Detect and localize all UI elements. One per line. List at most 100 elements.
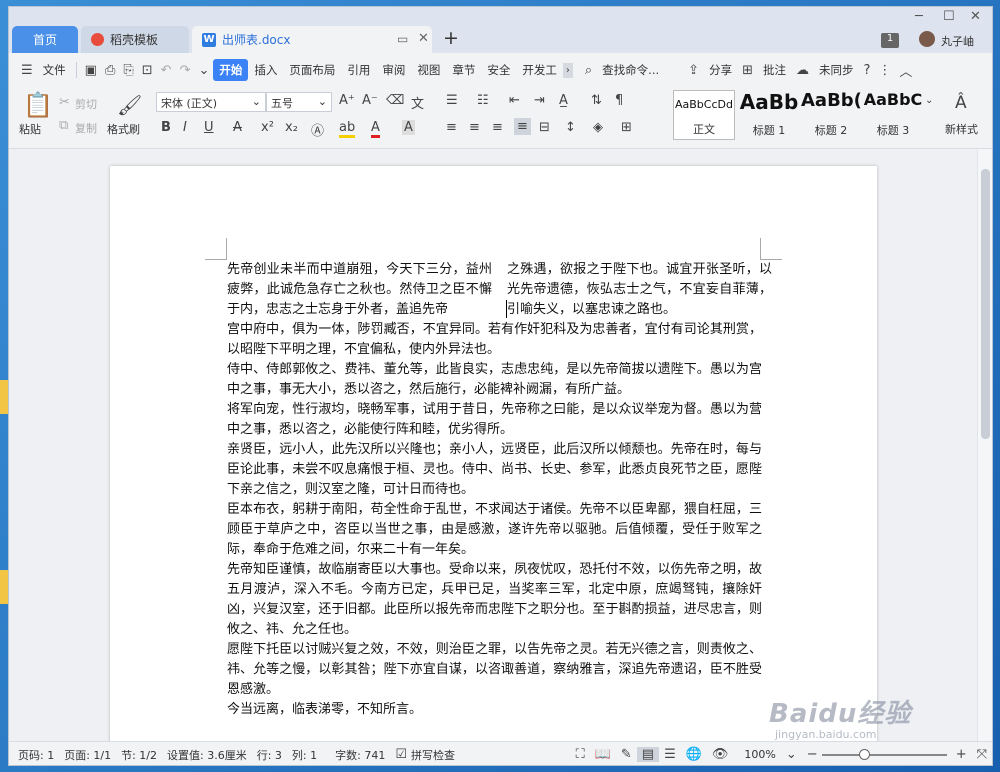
superscript-icon[interactable]: x²: [261, 120, 274, 135]
read-mode-icon[interactable]: 📖: [590, 747, 616, 762]
status-word-count[interactable]: 字数: 741: [330, 747, 390, 763]
command-search[interactable]: 查找命令...: [596, 62, 684, 78]
style-heading-2[interactable]: AaBb( 标题 2: [801, 90, 861, 140]
align-center-icon[interactable]: ≡: [469, 120, 480, 135]
paragraph[interactable]: 先帝知臣谨慎，故临崩寄臣以大事也。受命以来，夙夜忧叹，恐托付不效，以伤先帝之明，…: [227, 560, 762, 640]
export-pdf-icon[interactable]: ⎙: [101, 63, 119, 78]
paragraph[interactable]: 亲贤臣，远小人，此先汉所以兴隆也；亲小人，远贤臣，此后汉所以倾颓也。先帝在时，每…: [227, 440, 762, 500]
borders-icon[interactable]: ⊞: [621, 120, 632, 135]
help-icon[interactable]: ?: [859, 63, 874, 78]
paragraph[interactable]: 愿陛下托臣以讨贼兴复之效，不效，则治臣之罪，以告先帝之灵。若无兴德之言，则责攸之…: [227, 640, 762, 700]
document-canvas[interactable]: 先帝创业未半而中道崩殂，今天下三分，益州疲弊，此诚危急存亡之秋也。然侍卫之臣不懈…: [9, 149, 979, 741]
document-body[interactable]: 先帝创业未半而中道崩殂，今天下三分，益州疲弊，此诚危急存亡之秋也。然侍卫之臣不懈…: [227, 260, 772, 720]
column-left-text[interactable]: 先帝创业未半而中道崩殂，今天下三分，益州疲弊，此诚危急存亡之秋也。然侍卫之臣不懈…: [227, 260, 492, 320]
menu-references[interactable]: 引用: [341, 62, 376, 78]
style-heading-1[interactable]: AaBb 标题 1: [739, 90, 799, 140]
menu-chapter[interactable]: 章节: [446, 62, 481, 78]
new-style-button[interactable]: 新样式: [945, 121, 978, 137]
distributed-icon[interactable]: ⊟: [539, 120, 550, 135]
menu-start[interactable]: 开始: [213, 59, 249, 81]
grow-font-icon[interactable]: A⁺: [339, 93, 355, 108]
font-color-icon[interactable]: A: [371, 120, 380, 138]
subscript-icon[interactable]: x₂: [285, 120, 298, 135]
bullet-list-icon[interactable]: ☰: [446, 93, 458, 108]
write-mode-icon[interactable]: ✎: [616, 747, 637, 762]
hamburger-menu-icon[interactable]: ☰: [17, 63, 37, 78]
fit-window-icon[interactable]: ⤧: [972, 747, 992, 762]
window-count-badge[interactable]: 1: [881, 33, 899, 48]
zoom-slider-track[interactable]: [822, 754, 947, 756]
highlight-icon[interactable]: ab: [339, 120, 356, 138]
vertical-scrollbar[interactable]: [977, 149, 992, 741]
menu-page-layout[interactable]: 页面布局: [283, 62, 341, 78]
menu-view[interactable]: 视图: [411, 62, 446, 78]
column-right-text[interactable]: 之殊遇，欲报之于陛下也。诚宜开张圣听，以光先帝遗德，恢弘志士之气，不宜妄自菲薄，…: [507, 260, 772, 320]
user-name[interactable]: 丸子岫: [941, 33, 974, 49]
status-section[interactable]: 节: 1/2: [116, 747, 162, 763]
sort-icon[interactable]: ⇅: [591, 93, 602, 108]
zoom-in-icon[interactable]: +: [951, 747, 972, 762]
font-size-select[interactable]: 五号 ⌄: [266, 92, 332, 112]
paste-button[interactable]: 粘贴: [19, 121, 41, 137]
paragraph[interactable]: 今当远离，临表涕零，不知所言。: [227, 700, 762, 720]
strikethrough-icon[interactable]: A: [233, 120, 242, 135]
shrink-font-icon[interactable]: A⁻: [362, 93, 378, 108]
menu-security[interactable]: 安全: [481, 62, 516, 78]
paragraph[interactable]: 臣本布衣，躬耕于南阳，苟全性命于乱世，不求闻达于诸侯。先帝不以臣卑鄙，猥自枉屈，…: [227, 500, 762, 560]
redo-icon[interactable]: ↷: [176, 63, 195, 78]
print-icon[interactable]: ⎘: [119, 63, 137, 78]
undo-icon[interactable]: ↶: [157, 63, 176, 78]
paste-icon[interactable]: 📋: [23, 91, 53, 119]
scrollbar-thumb[interactable]: [981, 169, 990, 439]
increase-indent-icon[interactable]: ⇥: [534, 93, 545, 108]
clear-format-icon[interactable]: ⌫: [386, 93, 404, 108]
document-page[interactable]: 先帝创业未半而中道崩殂，今天下三分，益州疲弊，此诚危急存亡之秋也。然侍卫之臣不懈…: [110, 166, 877, 741]
menu-developer[interactable]: 开发工: [516, 62, 563, 78]
save-icon[interactable]: ▣: [81, 63, 101, 78]
zoom-level[interactable]: 100%: [739, 748, 780, 761]
status-column[interactable]: 列: 1: [287, 747, 322, 763]
maximize-icon[interactable]: ☐: [943, 9, 955, 24]
status-page-number[interactable]: 页码: 1: [13, 747, 59, 763]
phonetic-icon[interactable]: 文: [411, 93, 424, 112]
user-avatar[interactable]: [919, 31, 935, 47]
underline-icon[interactable]: U: [204, 120, 214, 135]
paragraph[interactable]: 宫中府中，俱为一体，陟罚臧否，不宜异同。若有作奸犯科及为忠善者，宜付有司论其刑赏…: [227, 320, 762, 360]
bold-icon[interactable]: B: [161, 120, 171, 135]
menu-scroll-right-icon[interactable]: ›: [562, 62, 573, 78]
zoom-out-icon[interactable]: −: [802, 747, 823, 762]
comment-button[interactable]: 批注: [757, 62, 792, 78]
tab-document[interactable]: W 出师表.docx ▭ ✕: [192, 26, 432, 53]
text-effect-icon[interactable]: Ⓐ: [311, 120, 324, 139]
justify-icon[interactable]: ≡: [514, 118, 531, 135]
page-view-icon[interactable]: ▤: [636, 747, 660, 762]
menu-insert[interactable]: 插入: [248, 62, 283, 78]
status-row[interactable]: 行: 3: [252, 747, 287, 763]
menu-review[interactable]: 审阅: [376, 62, 411, 78]
new-tab-button[interactable]: +: [443, 27, 459, 49]
tab-template[interactable]: 稻壳模板: [81, 26, 189, 53]
share-button[interactable]: 分享: [703, 62, 738, 78]
menu-file[interactable]: 文件: [37, 62, 72, 78]
format-painter-button[interactable]: 格式刷: [107, 121, 140, 137]
show-marks-icon[interactable]: ¶: [615, 93, 623, 108]
line-spacing-icon[interactable]: ↕: [565, 120, 576, 135]
zoom-dropdown-icon[interactable]: ⌄: [781, 747, 802, 762]
style-heading-3[interactable]: AaBbC 标题 3: [863, 90, 923, 140]
font-name-select[interactable]: 宋体 (正文) ⌄: [156, 92, 266, 112]
paragraph[interactable]: 侍中、侍郎郭攸之、费祎、董允等，此皆良实，志虑忠纯，是以先帝简拔以遗陛下。愚以为…: [227, 360, 762, 400]
tab-home[interactable]: 首页: [12, 26, 78, 53]
shading-icon[interactable]: ◈: [593, 120, 603, 135]
style-gallery-more-icon[interactable]: ⌄: [925, 95, 933, 106]
copy-button[interactable]: 复制: [75, 120, 97, 136]
minimize-icon[interactable]: ─: [915, 9, 923, 24]
align-right-icon[interactable]: ≡: [492, 120, 503, 135]
char-shading-icon[interactable]: A: [402, 120, 415, 135]
print-preview-icon[interactable]: ⊡: [138, 63, 157, 78]
pin-window-icon[interactable]: ▭: [397, 32, 408, 46]
more-icon[interactable]: ⋮: [874, 63, 895, 78]
status-setting[interactable]: 设置值: 3.6厘米: [162, 747, 252, 763]
align-left-icon[interactable]: ≡: [446, 120, 457, 135]
paragraph[interactable]: 将军向宠，性行淑均，晓畅军事，试用于昔日，先帝称之曰能，是以众议举宠为督。愚以为…: [227, 400, 762, 440]
status-pages[interactable]: 页面: 1/1: [59, 747, 116, 763]
